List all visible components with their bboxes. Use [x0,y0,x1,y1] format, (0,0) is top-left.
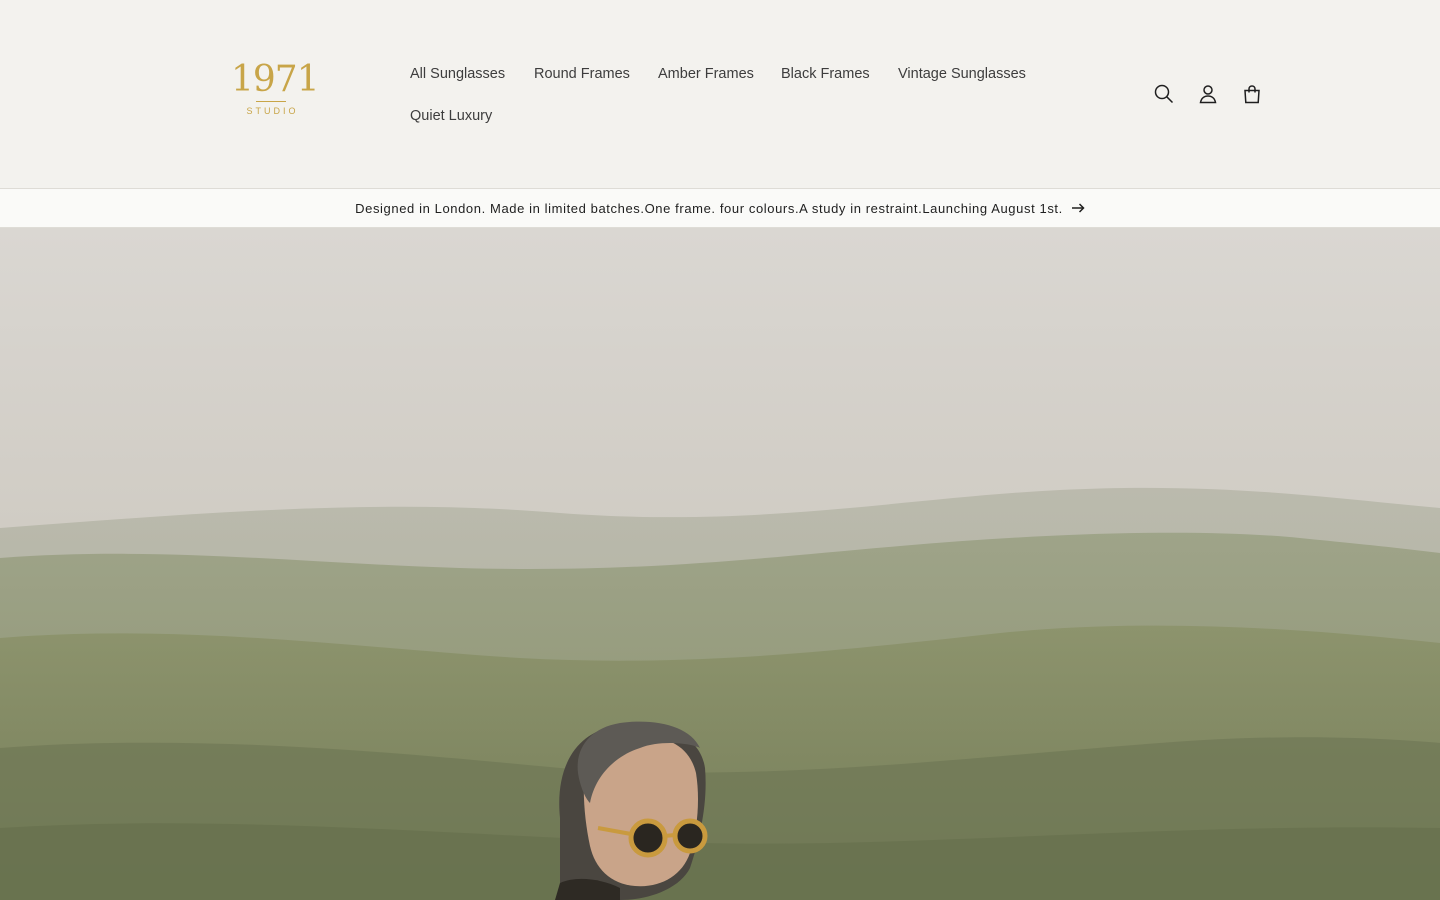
search-button[interactable] [1142,76,1186,112]
account-button[interactable] [1186,76,1230,112]
site-header: 1971 STUDIO All Sunglasses Round Frames … [0,0,1440,188]
cart-button[interactable] [1230,76,1274,112]
header-icons [1142,76,1274,112]
cart-icon [1244,85,1260,104]
nav-item-round-frames[interactable]: Round Frames [522,62,642,86]
hero-image [0,228,1440,900]
logo-subtitle: STUDIO [246,106,299,116]
hero-landscape [0,228,1440,900]
brand-logo[interactable]: 1971 STUDIO [231,59,320,124]
nav-item-vintage-sunglasses[interactable]: Vintage Sunglasses [886,62,1038,86]
nav-item-black-frames[interactable]: Black Frames [769,62,882,86]
announcement-link[interactable]: Designed in London. Made in limited batc… [355,201,1085,216]
announcement-bar: Designed in London. Made in limited batc… [0,188,1440,228]
arrow-right-icon [1071,203,1085,213]
announcement-text: Designed in London. Made in limited batc… [355,200,1063,216]
account-icon [1199,85,1217,104]
main-nav: All Sunglasses Round Frames Amber Frames… [398,52,1058,136]
logo-rule [256,101,286,102]
nav-item-amber-frames[interactable]: Amber Frames [646,62,766,86]
nav-item-all-sunglasses[interactable]: All Sunglasses [398,62,517,86]
search-icon [1154,84,1174,104]
logo-number: 1971 [231,59,320,100]
nav-item-quiet-luxury[interactable]: Quiet Luxury [398,104,504,128]
